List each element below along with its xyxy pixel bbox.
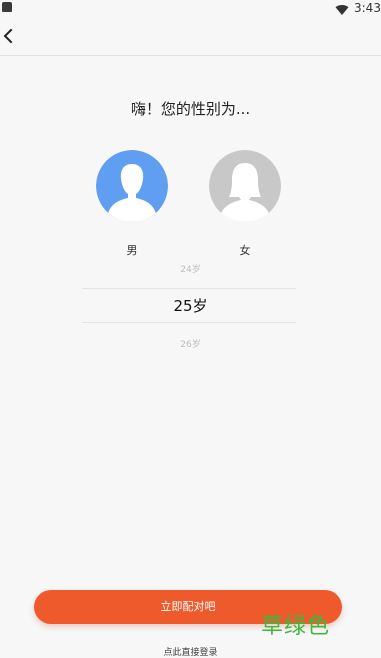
age-option-prev[interactable]: 24岁: [0, 262, 381, 275]
top-bar: [0, 18, 381, 56]
direct-login-link[interactable]: 点此直接登录: [0, 645, 381, 658]
status-time: 3:43: [354, 1, 381, 15]
age-option-next[interactable]: 26岁: [0, 337, 381, 350]
age-selected[interactable]: 25岁: [0, 295, 381, 316]
female-label: 女: [239, 244, 251, 257]
chevron-left-icon[interactable]: [2, 28, 16, 44]
page-title: 嗨！您的性别为...: [130, 100, 251, 118]
age-picker-divider-top: [82, 288, 296, 289]
male-avatar-icon: [96, 150, 168, 222]
notification-icon: [2, 2, 12, 12]
female-avatar-icon: [209, 150, 281, 222]
age-picker-divider-bottom: [82, 322, 296, 323]
male-avatar-option[interactable]: [96, 150, 168, 222]
male-label: 男: [126, 244, 138, 257]
watermark-text: 草绿色: [261, 614, 331, 639]
status-bar: 3:43: [0, 0, 381, 18]
wifi-icon: [335, 1, 349, 15]
female-avatar-option[interactable]: [209, 150, 281, 222]
